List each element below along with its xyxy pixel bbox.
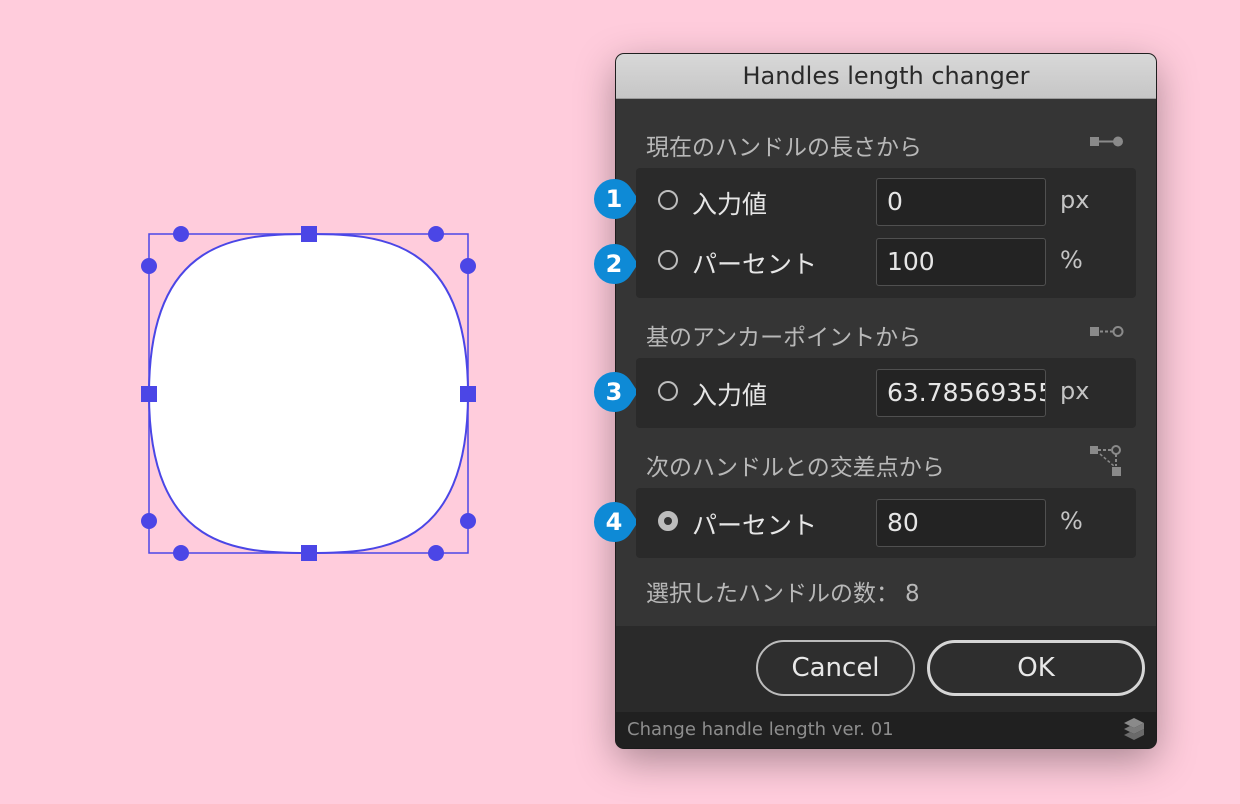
step-badge-2: 2: [594, 244, 636, 284]
handle-point[interactable]: [173, 545, 189, 561]
option-group-anchor: 入力値 63.78569355 px: [636, 358, 1136, 428]
option-label: パーセント: [692, 511, 818, 540]
unit-label: px: [1060, 377, 1090, 405]
option-label: 入力値: [692, 381, 768, 410]
unit-label: px: [1060, 186, 1090, 214]
ok-button[interactable]: OK: [927, 640, 1145, 696]
status-bar: Change handle length ver. 01: [616, 712, 1156, 748]
badge-number: 1: [606, 185, 623, 213]
handles-length-dialog: Handles length changer 現在のハンドルの長さから 入力値 …: [616, 54, 1156, 748]
anchor-dotted-icon: [1090, 326, 1124, 337]
badge-number: 3: [606, 378, 623, 406]
value-field-px[interactable]: 0: [876, 178, 1046, 226]
handle-line-icon: [1090, 136, 1123, 147]
value-field-px[interactable]: 63.78569355: [876, 369, 1046, 417]
unit-label: %: [1060, 507, 1083, 535]
rounded-square-shape: [141, 226, 476, 561]
brand-logo-icon: [1124, 718, 1144, 740]
option-row-input-value[interactable]: 入力値 0 px: [636, 177, 1136, 227]
handle-point[interactable]: [460, 258, 476, 274]
version-text: Change handle length ver. 01: [627, 719, 894, 740]
radio-input-value[interactable]: [658, 190, 678, 210]
count-value: 8: [905, 581, 920, 607]
intersection-icon: [1090, 445, 1121, 476]
handle-point[interactable]: [141, 513, 157, 529]
option-row-percent[interactable]: パーセント 100 %: [636, 237, 1136, 287]
badge-number: 4: [606, 508, 623, 536]
option-group-intersection: パーセント 80 %: [636, 488, 1136, 558]
value-field-percent[interactable]: 100: [876, 238, 1046, 286]
value-field-percent[interactable]: 80: [876, 499, 1046, 547]
anchor-point[interactable]: [460, 386, 476, 402]
section-label-anchor: 基のアンカーポイントから: [646, 325, 922, 351]
handle-point[interactable]: [428, 545, 444, 561]
anchor-point[interactable]: [301, 545, 317, 561]
step-badge-3: 3: [594, 372, 636, 412]
section-label-current-handle: 現在のハンドルの長さから: [646, 135, 922, 161]
option-row-percent[interactable]: パーセント 80 %: [636, 498, 1136, 548]
handle-point[interactable]: [460, 513, 476, 529]
anchor-point[interactable]: [301, 226, 317, 242]
count-label: 選択したハンドルの数：: [646, 581, 899, 607]
option-label: パーセント: [692, 250, 818, 279]
shape-illustration: [0, 0, 600, 800]
handle-point[interactable]: [141, 258, 157, 274]
unit-label: %: [1060, 246, 1083, 274]
option-row-input-value[interactable]: 入力値 63.78569355 px: [636, 368, 1136, 418]
handle-point[interactable]: [173, 226, 189, 242]
anchor-point[interactable]: [141, 386, 157, 402]
option-group-current-handle: 入力値 0 px パーセント 100 %: [636, 168, 1136, 298]
cancel-button[interactable]: Cancel: [756, 640, 915, 696]
option-label: 入力値: [692, 190, 768, 219]
step-badge-1: 1: [594, 179, 636, 219]
radio-percent-selected[interactable]: [658, 511, 678, 531]
radio-input-value[interactable]: [658, 381, 678, 401]
selected-handles-count: 選択したハンドルの数： 8: [646, 574, 920, 608]
section-label-intersection: 次のハンドルとの交差点から: [646, 455, 945, 481]
badge-number: 2: [606, 250, 623, 278]
shape-path: [147, 232, 470, 555]
dialog-title: Handles length changer: [616, 54, 1156, 99]
handle-point[interactable]: [428, 226, 444, 242]
radio-percent[interactable]: [658, 250, 678, 270]
step-badge-4: 4: [594, 502, 636, 542]
